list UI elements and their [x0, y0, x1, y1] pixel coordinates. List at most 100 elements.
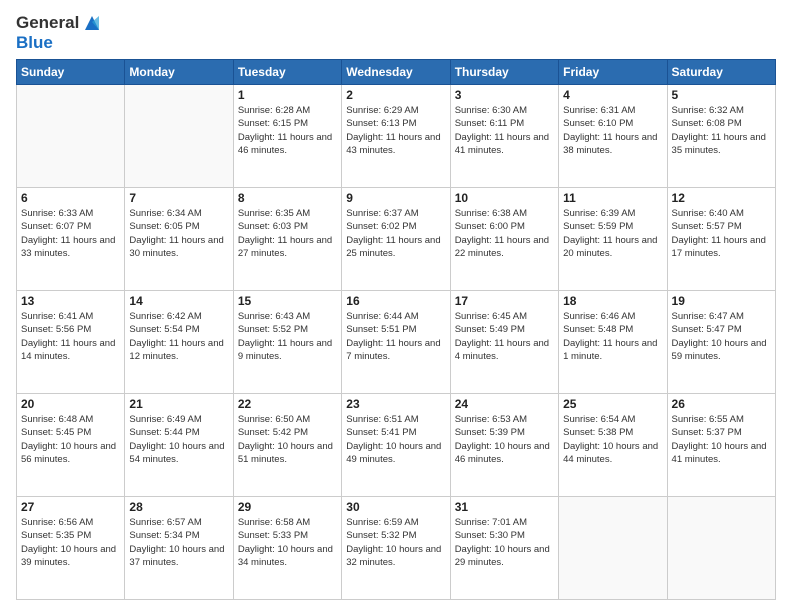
- day-number: 13: [21, 294, 120, 308]
- calendar-cell: 15 Sunrise: 6:43 AM Sunset: 5:52 PM Dayli…: [233, 291, 341, 394]
- calendar-cell: 22 Sunrise: 6:50 AM Sunset: 5:42 PM Dayli…: [233, 394, 341, 497]
- calendar-week-row: 27Sunrise: 6:56 AM Sunset: 5:35 PM Dayli…: [17, 497, 776, 600]
- day-number: 21: [129, 397, 228, 411]
- calendar-cell: 13 Sunrise: 6:41 AM Sunset: 5:56 PM Dayli…: [17, 291, 125, 394]
- calendar-cell: 20Sunrise: 6:48 AM Sunset: 5:45 PM Dayli…: [17, 394, 125, 497]
- day-info: Sunrise: 6:47 AM Sunset: 5:47 PM Dayligh…: [672, 310, 771, 363]
- logo-blue: Blue: [16, 34, 53, 51]
- day-of-week-header: Monday: [125, 60, 233, 85]
- day-of-week-header: Friday: [559, 60, 667, 85]
- calendar-cell: [125, 85, 233, 188]
- day-info: Sunrise: 6:45 AM Sunset: 5:49 PM Dayligh…: [455, 310, 554, 363]
- day-of-week-header: Thursday: [450, 60, 558, 85]
- day-number: 12: [672, 191, 771, 205]
- calendar-cell: 5 Sunrise: 6:32 AM Sunset: 6:08 PM Daylig…: [667, 85, 775, 188]
- calendar-cell: 23Sunrise: 6:51 AM Sunset: 5:41 PM Dayli…: [342, 394, 450, 497]
- day-number: 7: [129, 191, 228, 205]
- logo-general: General: [16, 14, 79, 33]
- day-of-week-header: Wednesday: [342, 60, 450, 85]
- day-number: 10: [455, 191, 554, 205]
- day-info: Sunrise: 7:01 AM Sunset: 5:30 PM Dayligh…: [455, 516, 554, 569]
- day-info: Sunrise: 6:31 AM Sunset: 6:10 PM Dayligh…: [563, 104, 662, 157]
- day-of-week-header: Sunday: [17, 60, 125, 85]
- day-number: 19: [672, 294, 771, 308]
- day-info: Sunrise: 6:38 AM Sunset: 6:00 PM Dayligh…: [455, 207, 554, 260]
- day-info: Sunrise: 6:43 AM Sunset: 5:52 PM Dayligh…: [238, 310, 337, 363]
- page: General Blue SundayMondayTuesdayWednesda…: [0, 0, 792, 612]
- day-number: 31: [455, 500, 554, 514]
- day-info: Sunrise: 6:50 AM Sunset: 5:42 PM Dayligh…: [238, 413, 337, 466]
- calendar-cell: 9Sunrise: 6:37 AM Sunset: 6:02 PM Daylig…: [342, 188, 450, 291]
- header: General Blue: [16, 12, 776, 51]
- day-number: 14: [129, 294, 228, 308]
- day-info: Sunrise: 6:37 AM Sunset: 6:02 PM Dayligh…: [346, 207, 445, 260]
- calendar-cell: 21Sunrise: 6:49 AM Sunset: 5:44 PM Dayli…: [125, 394, 233, 497]
- calendar-cell: 7 Sunrise: 6:34 AM Sunset: 6:05 PM Daylig…: [125, 188, 233, 291]
- day-info: Sunrise: 6:40 AM Sunset: 5:57 PM Dayligh…: [672, 207, 771, 260]
- day-info: Sunrise: 6:41 AM Sunset: 5:56 PM Dayligh…: [21, 310, 120, 363]
- day-info: Sunrise: 6:32 AM Sunset: 6:08 PM Dayligh…: [672, 104, 771, 157]
- calendar-cell: 2 Sunrise: 6:29 AM Sunset: 6:13 PM Daylig…: [342, 85, 450, 188]
- day-number: 17: [455, 294, 554, 308]
- day-number: 30: [346, 500, 445, 514]
- calendar-cell: 4 Sunrise: 6:31 AM Sunset: 6:10 PM Daylig…: [559, 85, 667, 188]
- calendar-cell: 3 Sunrise: 6:30 AM Sunset: 6:11 PM Daylig…: [450, 85, 558, 188]
- calendar-table: SundayMondayTuesdayWednesdayThursdayFrid…: [16, 59, 776, 600]
- day-number: 3: [455, 88, 554, 102]
- day-info: Sunrise: 6:42 AM Sunset: 5:54 PM Dayligh…: [129, 310, 228, 363]
- calendar-cell: 30 Sunrise: 6:59 AM Sunset: 5:32 PM Dayli…: [342, 497, 450, 600]
- day-number: 1: [238, 88, 337, 102]
- calendar-cell: 12 Sunrise: 6:40 AM Sunset: 5:57 PM Dayli…: [667, 188, 775, 291]
- day-info: Sunrise: 6:59 AM Sunset: 5:32 PM Dayligh…: [346, 516, 445, 569]
- day-number: 22: [238, 397, 337, 411]
- day-number: 15: [238, 294, 337, 308]
- calendar-cell: [17, 85, 125, 188]
- day-info: Sunrise: 6:53 AM Sunset: 5:39 PM Dayligh…: [455, 413, 554, 466]
- calendar-cell: 24 Sunrise: 6:53 AM Sunset: 5:39 PM Dayli…: [450, 394, 558, 497]
- day-number: 11: [563, 191, 662, 205]
- calendar-cell: 10 Sunrise: 6:38 AM Sunset: 6:00 PM Dayli…: [450, 188, 558, 291]
- calendar-week-row: 20Sunrise: 6:48 AM Sunset: 5:45 PM Dayli…: [17, 394, 776, 497]
- day-number: 20: [21, 397, 120, 411]
- day-number: 2: [346, 88, 445, 102]
- day-info: Sunrise: 6:30 AM Sunset: 6:11 PM Dayligh…: [455, 104, 554, 157]
- day-info: Sunrise: 6:57 AM Sunset: 5:34 PM Dayligh…: [129, 516, 228, 569]
- day-number: 29: [238, 500, 337, 514]
- day-of-week-header: Tuesday: [233, 60, 341, 85]
- day-number: 16: [346, 294, 445, 308]
- day-number: 8: [238, 191, 337, 205]
- calendar-cell: 25Sunrise: 6:54 AM Sunset: 5:38 PM Dayli…: [559, 394, 667, 497]
- day-number: 18: [563, 294, 662, 308]
- day-info: Sunrise: 6:29 AM Sunset: 6:13 PM Dayligh…: [346, 104, 445, 157]
- day-number: 23: [346, 397, 445, 411]
- calendar-cell: 17 Sunrise: 6:45 AM Sunset: 5:49 PM Dayli…: [450, 291, 558, 394]
- calendar-cell: [559, 497, 667, 600]
- day-number: 4: [563, 88, 662, 102]
- day-number: 24: [455, 397, 554, 411]
- day-info: Sunrise: 6:35 AM Sunset: 6:03 PM Dayligh…: [238, 207, 337, 260]
- day-info: Sunrise: 6:34 AM Sunset: 6:05 PM Dayligh…: [129, 207, 228, 260]
- calendar-cell: 1Sunrise: 6:28 AM Sunset: 6:15 PM Daylig…: [233, 85, 341, 188]
- day-number: 25: [563, 397, 662, 411]
- calendar-cell: 8 Sunrise: 6:35 AM Sunset: 6:03 PM Daylig…: [233, 188, 341, 291]
- calendar-cell: 26 Sunrise: 6:55 AM Sunset: 5:37 PM Dayli…: [667, 394, 775, 497]
- calendar-cell: 29Sunrise: 6:58 AM Sunset: 5:33 PM Dayli…: [233, 497, 341, 600]
- day-info: Sunrise: 6:33 AM Sunset: 6:07 PM Dayligh…: [21, 207, 120, 260]
- calendar-week-row: 1Sunrise: 6:28 AM Sunset: 6:15 PM Daylig…: [17, 85, 776, 188]
- day-number: 26: [672, 397, 771, 411]
- calendar-cell: 16Sunrise: 6:44 AM Sunset: 5:51 PM Dayli…: [342, 291, 450, 394]
- day-of-week-header: Saturday: [667, 60, 775, 85]
- day-info: Sunrise: 6:55 AM Sunset: 5:37 PM Dayligh…: [672, 413, 771, 466]
- day-number: 6: [21, 191, 120, 205]
- calendar-week-row: 13 Sunrise: 6:41 AM Sunset: 5:56 PM Dayli…: [17, 291, 776, 394]
- logo-icon: [81, 12, 103, 34]
- day-number: 27: [21, 500, 120, 514]
- calendar-cell: 28Sunrise: 6:57 AM Sunset: 5:34 PM Dayli…: [125, 497, 233, 600]
- calendar-cell: 11Sunrise: 6:39 AM Sunset: 5:59 PM Dayli…: [559, 188, 667, 291]
- day-info: Sunrise: 6:46 AM Sunset: 5:48 PM Dayligh…: [563, 310, 662, 363]
- day-number: 5: [672, 88, 771, 102]
- calendar-cell: 18 Sunrise: 6:46 AM Sunset: 5:48 PM Dayli…: [559, 291, 667, 394]
- calendar-cell: 14 Sunrise: 6:42 AM Sunset: 5:54 PM Dayli…: [125, 291, 233, 394]
- calendar-header-row: SundayMondayTuesdayWednesdayThursdayFrid…: [17, 60, 776, 85]
- calendar-cell: 6 Sunrise: 6:33 AM Sunset: 6:07 PM Daylig…: [17, 188, 125, 291]
